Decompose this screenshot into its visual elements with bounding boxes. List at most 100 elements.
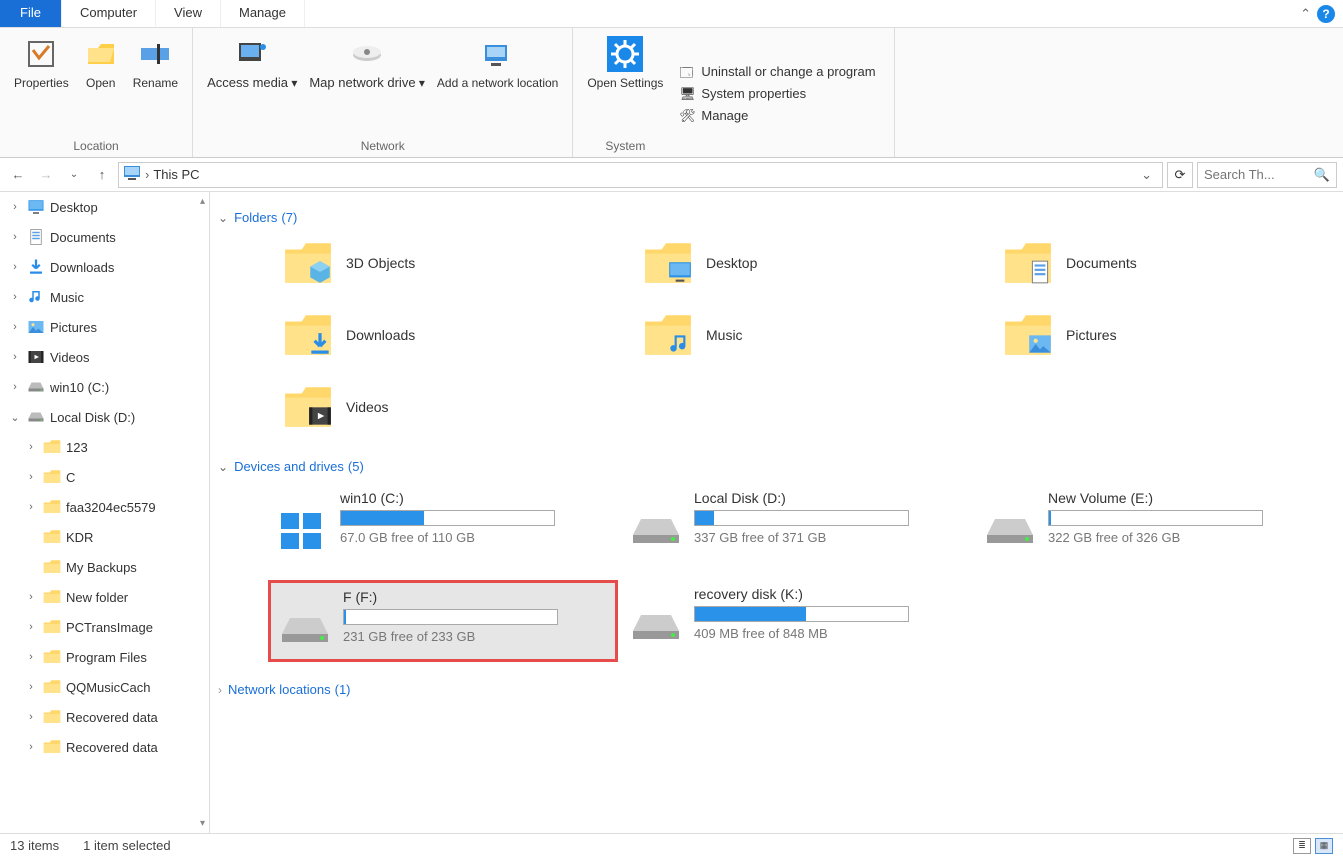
sidebar-item-label: 123 [66, 440, 88, 455]
drive-free-text: 231 GB free of 233 GB [343, 629, 609, 644]
drive-recovery-disk-k-[interactable]: recovery disk (K:) 409 MB free of 848 MB [622, 580, 972, 662]
drive-local-disk-d-[interactable]: Local Disk (D:) 337 GB free of 371 GB [622, 484, 972, 560]
sidebar-item-my-backups[interactable]: My Backups [0, 552, 209, 582]
expand-icon[interactable]: › [24, 621, 38, 633]
help-icon[interactable]: ? [1317, 5, 1335, 23]
minimize-ribbon-icon[interactable]: ⌃ [1300, 6, 1311, 22]
tab-computer[interactable]: Computer [62, 0, 156, 27]
settings-gear-icon [607, 36, 643, 72]
tab-manage[interactable]: Manage [221, 0, 305, 27]
sidebar-item-new-folder[interactable]: › New folder [0, 582, 209, 612]
sidebar-item-label: KDR [66, 530, 93, 545]
expand-icon[interactable]: › [24, 651, 38, 663]
expand-icon[interactable]: › [8, 201, 22, 213]
folder-videos[interactable]: Videos [282, 379, 632, 435]
properties-button[interactable]: Properties [8, 32, 75, 137]
sidebar-item-label: Videos [50, 350, 90, 365]
ribbon-group-location: Properties Open Rename Location [0, 28, 193, 157]
access-media-button[interactable]: Access media ▾ [201, 32, 303, 137]
sidebar-item-c[interactable]: › C [0, 462, 209, 492]
group-header-network[interactable]: › Network locations (1) [218, 682, 1335, 697]
open-settings-button[interactable]: Open Settings [581, 32, 669, 137]
sidebar-item-videos[interactable]: › Videos [0, 342, 209, 372]
manage-link[interactable]: 🛠 Manage [679, 108, 875, 124]
address-path[interactable]: › This PC ⌄ [118, 162, 1163, 188]
expand-icon[interactable]: › [8, 321, 22, 333]
system-properties-link[interactable]: 🖥 System properties [679, 86, 875, 102]
access-media-icon [234, 36, 270, 72]
drive-win10-c-[interactable]: win10 (C:) 67.0 GB free of 110 GB [268, 484, 618, 560]
group-header-drives[interactable]: ⌄ Devices and drives (5) [218, 459, 1335, 474]
search-box[interactable]: 🔍 [1197, 162, 1337, 188]
sidebar-item-documents[interactable]: › Documents [0, 222, 209, 252]
sidebar-item-desktop[interactable]: › Desktop [0, 192, 209, 222]
nav-recent-button[interactable]: ⌄ [62, 163, 86, 187]
expand-icon[interactable]: › [24, 741, 38, 753]
chevron-right-icon: › [218, 683, 222, 697]
breadcrumb-this-pc[interactable]: This PC [153, 167, 199, 182]
nav-back-button[interactable]: ← [6, 163, 30, 187]
sidebar-item-kdr[interactable]: KDR [0, 522, 209, 552]
expand-icon[interactable]: › [8, 261, 22, 273]
address-dropdown-icon[interactable]: ⌄ [1135, 167, 1158, 183]
sidebar-item-downloads[interactable]: › Downloads [0, 252, 209, 282]
folder-downloads[interactable]: Downloads [282, 307, 632, 363]
sidebar-item-win10-c-[interactable]: › win10 (C:) [0, 372, 209, 402]
folder-desktop[interactable]: Desktop [642, 235, 992, 291]
folder-documents[interactable]: Documents [1002, 235, 1343, 291]
sidebar-item-local-disk-d-[interactable]: ⌄ Local Disk (D:) [0, 402, 209, 432]
nav-forward-button[interactable]: → [34, 163, 58, 187]
sidebar-item-program-files[interactable]: › Program Files [0, 642, 209, 672]
sidebar-item-pctransimage[interactable]: › PCTransImage [0, 612, 209, 642]
sidebar-item-recovered-data[interactable]: › Recovered data [0, 702, 209, 732]
expand-icon[interactable]: › [8, 291, 22, 303]
expand-icon[interactable]: › [24, 711, 38, 723]
sidebar-item-music[interactable]: › Music [0, 282, 209, 312]
expand-icon[interactable]: ⌄ [8, 411, 22, 424]
videos-folder-icon [282, 383, 334, 431]
folder-3d-objects[interactable]: 3D Objects [282, 235, 632, 291]
scroll-up-icon[interactable]: ▴ [200, 196, 205, 207]
folder-music[interactable]: Music [642, 307, 992, 363]
folder-label: Videos [346, 399, 389, 415]
search-input[interactable] [1204, 167, 1330, 182]
drive-label: New Volume (E:) [1048, 490, 1320, 506]
group-header-folders[interactable]: ⌄ Folders (7) [218, 210, 1335, 225]
rename-button[interactable]: Rename [127, 32, 184, 137]
sidebar-item-qqmusiccach[interactable]: › QQMusicCach [0, 672, 209, 702]
ribbon-group-label: System [581, 137, 669, 155]
uninstall-program-link[interactable]: 🗔 Uninstall or change a program [679, 64, 875, 80]
expand-icon[interactable]: › [24, 441, 38, 453]
ribbon-group-network: Access media ▾ Map network drive ▾ Add a… [193, 28, 573, 157]
expand-icon[interactable]: › [24, 471, 38, 483]
drive-icon [628, 508, 684, 554]
sidebar-tree[interactable]: ▴ › Desktop› Documents› Downloads› Music… [0, 192, 210, 833]
nav-up-button[interactable]: ↑ [90, 163, 114, 187]
sidebar-item-recovered-data[interactable]: › Recovered data [0, 732, 209, 762]
expand-icon[interactable]: › [24, 681, 38, 693]
expand-icon[interactable]: › [24, 501, 38, 513]
tab-file[interactable]: File [0, 0, 62, 27]
sidebar-item-faa3204ec5579[interactable]: › faa3204ec5579 [0, 492, 209, 522]
sidebar-item-label: C [66, 470, 75, 485]
expand-icon[interactable]: › [8, 381, 22, 393]
add-network-location-button[interactable]: Add a network location [431, 32, 564, 137]
view-tiles-button[interactable]: ▦ [1315, 838, 1333, 854]
open-button[interactable]: Open [75, 32, 127, 137]
scroll-down-icon[interactable]: ▾ [200, 818, 205, 829]
folder-pictures[interactable]: Pictures [1002, 307, 1343, 363]
drive-icon [982, 508, 1038, 554]
drive-f-f-[interactable]: F (F:) 231 GB free of 233 GB [268, 580, 618, 662]
expand-icon[interactable]: › [8, 231, 22, 243]
tab-view[interactable]: View [156, 0, 221, 27]
sidebar-item-pictures[interactable]: › Pictures [0, 312, 209, 342]
drive-usage-bar [1048, 510, 1263, 526]
chevron-down-icon: ⌄ [218, 211, 228, 225]
sidebar-item-123[interactable]: › 123 [0, 432, 209, 462]
map-network-drive-button[interactable]: Map network drive ▾ [303, 32, 431, 137]
refresh-button[interactable]: ⟳ [1167, 162, 1193, 188]
expand-icon[interactable]: › [8, 351, 22, 363]
view-details-button[interactable]: ≣ [1293, 838, 1311, 854]
drive-new-volume-e-[interactable]: New Volume (E:) 322 GB free of 326 GB [976, 484, 1326, 560]
expand-icon[interactable]: › [24, 591, 38, 603]
